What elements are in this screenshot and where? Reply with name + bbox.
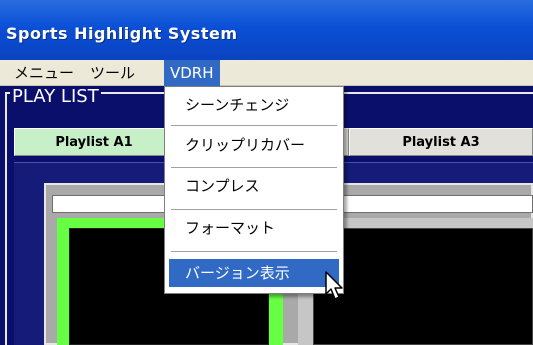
menu-separator <box>171 209 337 211</box>
menu-item-tools[interactable]: ツール <box>84 60 141 86</box>
window-title: Sports Highlight System <box>6 24 238 43</box>
menu-item-menu[interactable]: メニュー <box>8 60 80 86</box>
menu-item-compress[interactable]: コンプレス <box>169 172 339 200</box>
menu-item-format[interactable]: フォーマット <box>169 214 339 242</box>
vdrh-dropdown-menu: シーンチェンジ クリップリカバー コンプレス フォーマット バージョン表示 <box>164 86 344 294</box>
menu-bar: メニュー ツール VDRH <box>0 60 533 86</box>
tab-playlist-a1[interactable]: Playlist A1 <box>14 128 174 156</box>
tab-playlist-a3[interactable]: Playlist A3 <box>349 128 533 156</box>
menu-item-version-info[interactable]: バージョン表示 <box>169 259 339 287</box>
title-bar: Sports Highlight System <box>0 0 533 60</box>
menu-separator <box>171 251 337 253</box>
menu-item-clip-recover[interactable]: クリップリカバー <box>169 131 339 159</box>
menu-separator <box>171 167 337 169</box>
playlist-section-label: PLAY LIST <box>10 86 101 107</box>
menu-item-vdrh[interactable]: VDRH <box>164 60 220 86</box>
arrow-pointer-icon <box>325 271 343 300</box>
menu-separator <box>171 125 337 127</box>
menu-item-scene-change[interactable]: シーンチェンジ <box>169 91 339 119</box>
